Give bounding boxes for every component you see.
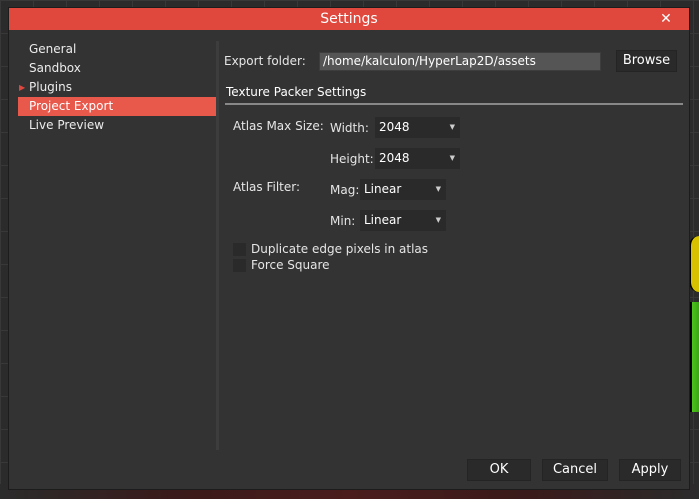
settings-dialog: Settings ✕ General Sandbox ▶ Plugins Pro… <box>8 7 690 490</box>
chevron-down-icon: ▼ <box>449 123 455 131</box>
min-filter-value: Linear <box>364 213 402 227</box>
width-label: Width: <box>330 121 369 135</box>
sidebar-item-plugins[interactable]: ▶ Plugins <box>18 78 216 97</box>
canvas-green-shape <box>690 302 699 412</box>
triangle-right-icon[interactable]: ▶ <box>19 78 25 97</box>
browse-button[interactable]: Browse <box>616 50 677 72</box>
force-square-label[interactable]: Force Square <box>251 258 330 272</box>
settings-sidebar: General Sandbox ▶ Plugins Project Export… <box>18 40 216 460</box>
force-square-checkbox[interactable] <box>233 259 246 272</box>
height-label: Height: <box>330 152 374 166</box>
mag-filter-value: Linear <box>364 182 402 196</box>
sidebar-item-project-export[interactable]: Project Export <box>18 97 216 116</box>
sidebar-divider[interactable] <box>216 41 219 450</box>
sidebar-item-label: Sandbox <box>29 61 81 75</box>
apply-button[interactable]: Apply <box>619 459 681 481</box>
atlas-max-size-label: Atlas Max Size: <box>233 119 324 133</box>
sidebar-item-label: Project Export <box>29 99 114 113</box>
cancel-button[interactable]: Cancel <box>542 459 608 481</box>
sidebar-item-label: General <box>29 42 77 56</box>
chevron-down-icon: ▼ <box>449 154 455 162</box>
project-export-panel: Export folder: /home/kalculon/HyperLap2D… <box>224 8 684 478</box>
height-select[interactable]: 2048 ▼ <box>375 148 460 169</box>
width-value: 2048 <box>379 120 410 134</box>
chevron-down-icon: ▼ <box>435 185 441 193</box>
min-filter-select[interactable]: Linear ▼ <box>360 210 446 231</box>
width-select[interactable]: 2048 ▼ <box>375 117 460 138</box>
chevron-down-icon: ▼ <box>435 216 441 224</box>
atlas-filter-label: Atlas Filter: <box>233 180 301 194</box>
sidebar-item-live-preview[interactable]: Live Preview <box>18 116 216 135</box>
mag-label: Mag: <box>330 183 360 197</box>
height-value: 2048 <box>379 151 410 165</box>
export-folder-label: Export folder: <box>224 54 306 68</box>
duplicate-edge-label[interactable]: Duplicate edge pixels in atlas <box>251 242 428 256</box>
sidebar-item-sandbox[interactable]: Sandbox <box>18 59 216 78</box>
mag-filter-select[interactable]: Linear ▼ <box>360 179 446 200</box>
sidebar-item-general[interactable]: General <box>18 40 216 59</box>
texture-packer-section-title: Texture Packer Settings <box>226 85 367 99</box>
duplicate-edge-checkbox[interactable] <box>233 243 246 256</box>
min-label: Min: <box>330 214 356 228</box>
section-divider <box>225 103 683 105</box>
sidebar-item-label: Plugins <box>29 80 72 94</box>
ok-button[interactable]: OK <box>467 459 531 481</box>
export-folder-input[interactable]: /home/kalculon/HyperLap2D/assets <box>319 52 601 71</box>
sidebar-item-label: Live Preview <box>29 118 105 132</box>
canvas-yellow-shape <box>689 236 699 292</box>
